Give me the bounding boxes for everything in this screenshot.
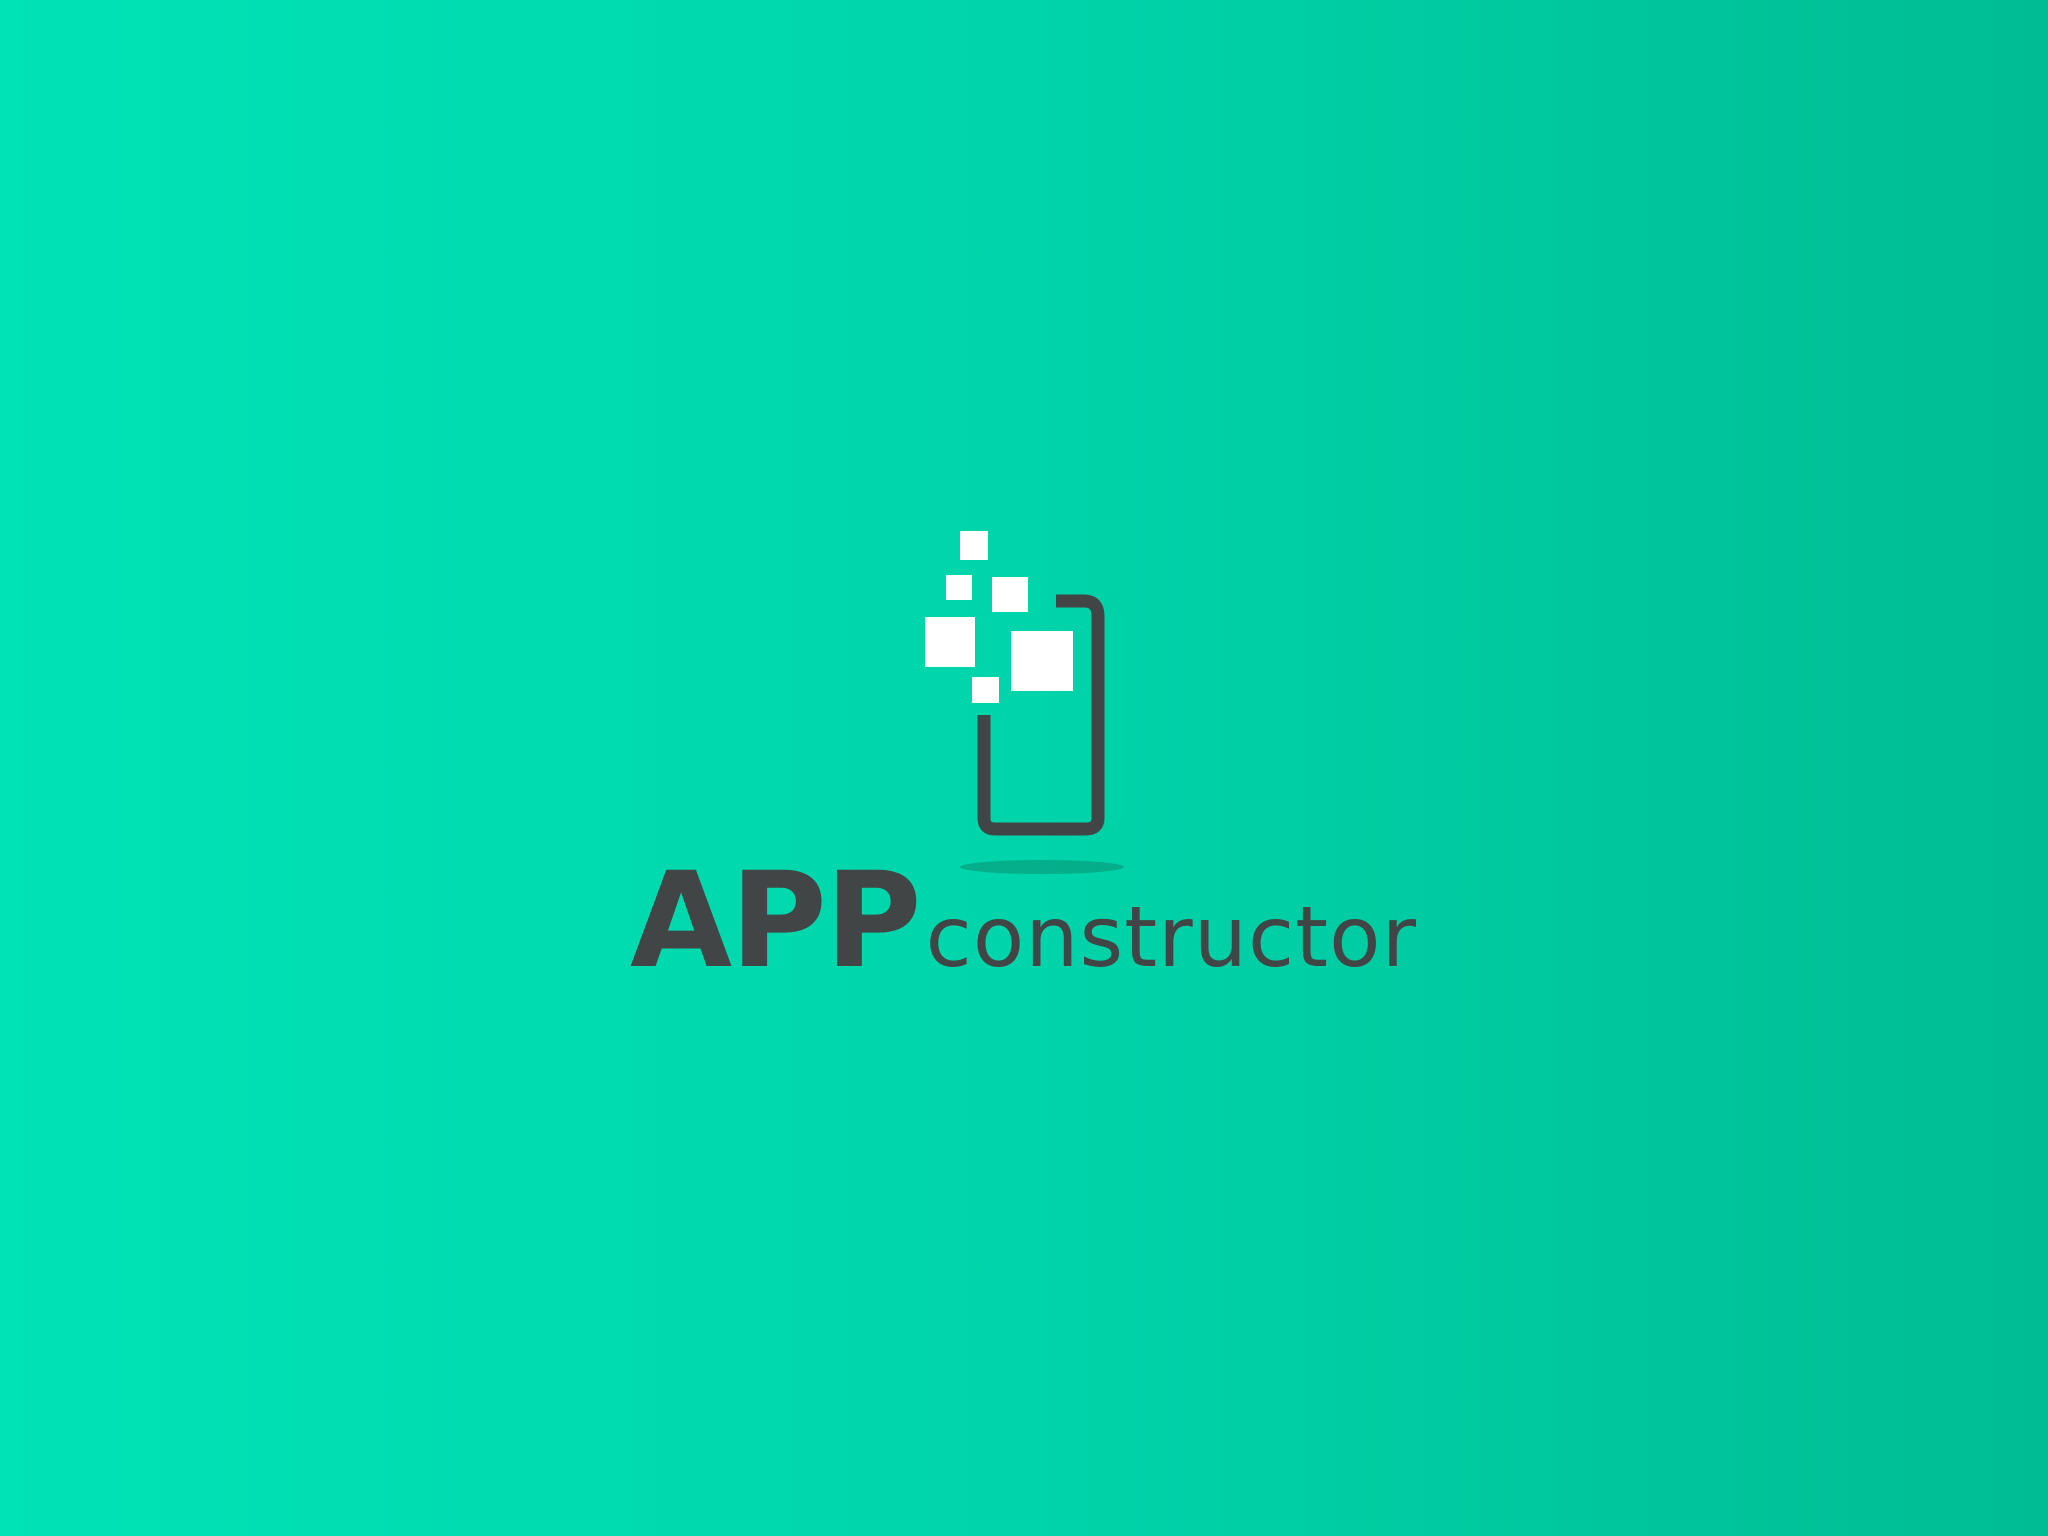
brand-constructor-text: constructor	[925, 888, 1417, 986]
pixel-square	[972, 677, 999, 703]
pixel-square	[992, 577, 1028, 612]
pixel-square	[925, 617, 975, 667]
brand-wordmark: APP constructor	[630, 855, 1417, 995]
pixel-square	[946, 575, 972, 600]
pixel-square	[1011, 631, 1073, 691]
app-constructor-logo: APP constructor	[0, 0, 2048, 1536]
pixel-square	[960, 531, 988, 560]
brand-app-text: APP	[630, 844, 922, 998]
phone-with-pixels-icon	[925, 531, 1124, 874]
